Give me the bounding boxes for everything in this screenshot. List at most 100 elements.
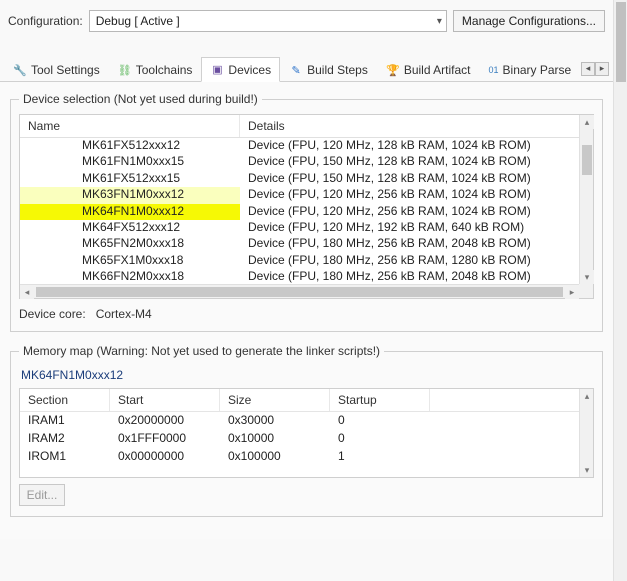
mem-cell: 0x1FFF0000 [110,430,220,448]
table-row[interactable]: MK63FN1M0xxx12Device (FPU, 120 MHz, 256 … [20,187,593,203]
binary-icon: 01 [489,63,499,77]
memory-map-group: Memory map (Warning: Not yet used to gen… [10,344,603,517]
table-row[interactable]: IRAM20x1FFF00000x100000 [20,430,593,448]
chevron-down-icon: ▾ [437,16,442,27]
mem-col-rest [430,389,593,411]
tab-tool-settings[interactable]: 🔧 Tool Settings [4,57,109,82]
device-details-cell: Device (FPU, 180 MHz, 256 kB RAM, 2048 k… [240,236,593,252]
device-details-cell: Device (FPU, 120 MHz, 256 kB RAM, 1024 k… [240,187,593,203]
device-name-cell: MK61FX512xxx15 [20,171,240,187]
device-details-cell: Device (FPU, 120 MHz, 128 kB RAM, 1024 k… [240,138,593,154]
manage-configurations-button[interactable]: Manage Configurations... [453,10,605,32]
device-name-cell: MK61FX512xxx12 [20,138,240,154]
device-core-row: Device core: Cortex-M4 [19,307,594,321]
mem-cell: 0 [330,412,430,430]
scroll-up-icon[interactable]: ▴ [580,115,594,129]
memory-map-legend: Memory map (Warning: Not yet used to gen… [19,344,384,358]
mem-cell: IROM1 [20,448,110,466]
scroll-thumb[interactable] [582,145,592,175]
table-row[interactable]: MK64FN1M0xxx12Device (FPU, 120 MHz, 256 … [20,204,593,220]
scroll-right-icon[interactable]: ▸ [565,285,579,299]
tab-binary-parsers[interactable]: 01 Binary Parsers [480,57,572,82]
device-horizontal-scrollbar[interactable]: ◂ ▸ [20,284,579,298]
device-details-cell: Device (FPU, 180 MHz, 256 kB RAM, 1280 k… [240,253,593,269]
scroll-down-icon[interactable]: ▾ [580,463,594,477]
device-selection-legend: Device selection (Not yet used during bu… [19,92,262,106]
tab-toolchains[interactable]: ⛓ Toolchains [109,57,202,82]
table-row[interactable]: MK64FX512xxx12Device (FPU, 120 MHz, 192 … [20,220,593,236]
device-name-cell: MK65FN2M0xxx18 [20,236,240,252]
device-core-label: Device core: [19,307,86,321]
memory-vertical-scrollbar[interactable]: ▴ ▾ [579,389,593,477]
mem-col-section[interactable]: Section [20,389,110,411]
table-row[interactable]: MK65FN2M0xxx18Device (FPU, 180 MHz, 256 … [20,236,593,252]
mem-cell: 1 [330,448,430,466]
table-row[interactable]: MK65FX1M0xxx18Device (FPU, 180 MHz, 256 … [20,253,593,269]
memory-table: Section Start Size Startup IRAM10x200000… [19,388,594,478]
mem-cell: 0 [330,430,430,448]
mem-col-size[interactable]: Size [220,389,330,411]
devices-panel: Device selection (Not yet used during bu… [0,82,613,539]
scroll-down-icon[interactable]: ▾ [580,270,594,284]
device-name-cell: MK63FN1M0xxx12 [20,187,240,203]
wrench-icon: 🔧 [13,63,27,77]
device-details-cell: Device (FPU, 150 MHz, 128 kB RAM, 1024 k… [240,154,593,170]
device-details-cell: Device (FPU, 150 MHz, 128 kB RAM, 1024 k… [240,171,593,187]
mem-cell: IRAM2 [20,430,110,448]
device-name-cell: MK64FX512xxx12 [20,220,240,236]
device-table-header: Name Details [20,115,593,138]
chip-icon: ▣ [210,63,224,77]
memory-map-device: MK64FN1M0xxx12 [21,368,594,382]
tabs-row: 🔧 Tool Settings ⛓ Toolchains ▣ Devices ✎… [0,56,613,82]
mem-cell [430,430,593,448]
tab-nav: ◂ ▸ [581,62,609,76]
scroll-thumb[interactable] [616,2,626,82]
chain-icon: ⛓ [118,63,132,77]
table-row[interactable]: IROM10x000000000x1000001 [20,448,593,466]
device-col-name[interactable]: Name [20,115,240,137]
mem-col-startup[interactable]: Startup [330,389,430,411]
scroll-corner [579,284,593,298]
trophy-icon: 🏆 [386,63,400,77]
wand-icon: ✎ [289,63,303,77]
device-selection-group: Device selection (Not yet used during bu… [10,92,603,332]
scroll-thumb[interactable] [36,287,563,297]
mem-cell: 0x00000000 [110,448,220,466]
mem-cell: 0x10000 [220,430,330,448]
configuration-label: Configuration: [8,14,83,28]
device-table: Name Details MK61FX512xxx12Device (FPU, … [19,114,594,299]
mem-col-start[interactable]: Start [110,389,220,411]
mem-cell: 0x30000 [220,412,330,430]
device-name-cell: MK65FX1M0xxx18 [20,253,240,269]
configuration-value: Debug [ Active ] [96,14,180,28]
configuration-select[interactable]: Debug [ Active ] ▾ [89,10,447,32]
device-name-cell: MK61FN1M0xxx15 [20,154,240,170]
device-core-value: Cortex-M4 [96,307,152,321]
device-details-cell: Device (FPU, 120 MHz, 192 kB RAM, 640 kB… [240,220,593,236]
tab-scroll-left-button[interactable]: ◂ [581,62,595,76]
table-row[interactable]: MK61FN1M0xxx15Device (FPU, 150 MHz, 128 … [20,154,593,170]
tab-build-artifact[interactable]: 🏆 Build Artifact [377,57,480,82]
device-name-cell: MK64FN1M0xxx12 [20,204,240,220]
device-rows: MK61FX512xxx12Device (FPU, 120 MHz, 128 … [20,138,593,286]
tab-build-steps[interactable]: ✎ Build Steps [280,57,377,82]
mem-cell: 0x20000000 [110,412,220,430]
mem-cell: 0x100000 [220,448,330,466]
scroll-up-icon[interactable]: ▴ [580,389,594,403]
table-row[interactable]: MK61FX512xxx15Device (FPU, 150 MHz, 128 … [20,171,593,187]
device-col-details[interactable]: Details [240,115,593,137]
edit-button[interactable]: Edit... [19,484,65,506]
table-row[interactable]: IRAM10x200000000x300000 [20,412,593,430]
window-vertical-scrollbar[interactable] [613,0,627,581]
table-row[interactable]: MK61FX512xxx12Device (FPU, 120 MHz, 128 … [20,138,593,154]
device-details-cell: Device (FPU, 120 MHz, 256 kB RAM, 1024 k… [240,204,593,220]
mem-cell [430,448,593,466]
configuration-row: Configuration: Debug [ Active ] ▾ Manage… [0,0,613,56]
scroll-left-icon[interactable]: ◂ [20,285,34,299]
mem-cell [430,412,593,430]
tab-devices[interactable]: ▣ Devices [201,57,280,82]
device-vertical-scrollbar[interactable]: ▴ ▾ [579,115,593,284]
memory-table-header: Section Start Size Startup [20,389,593,412]
tab-scroll-right-button[interactable]: ▸ [595,62,609,76]
memory-rows: IRAM10x200000000x300000IRAM20x1FFF00000x… [20,412,593,466]
